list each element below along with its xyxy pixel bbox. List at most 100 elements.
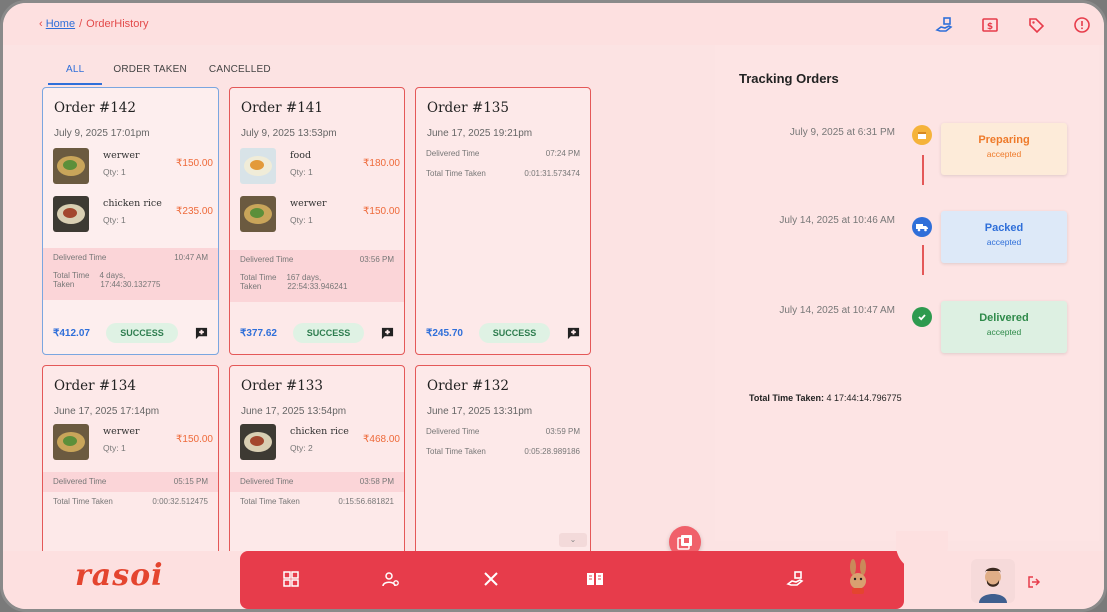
mascot-icon bbox=[846, 559, 870, 595]
tracking-title: Tracking Orders bbox=[739, 71, 839, 86]
tracking-step-status: Packed bbox=[984, 222, 1024, 234]
order-date: July 9, 2025 17:01pm bbox=[54, 128, 150, 139]
order-item: chicken rice Qty: 1 ₹235.00 bbox=[53, 196, 213, 236]
hand-delivery-icon[interactable] bbox=[934, 15, 954, 35]
order-title: Order #134 bbox=[54, 378, 136, 394]
tag-icon[interactable] bbox=[1026, 15, 1046, 35]
dollar-note-icon[interactable]: $ bbox=[980, 15, 1000, 35]
delivered-time-label: Delivered Time bbox=[53, 253, 107, 262]
item-name: werwer bbox=[290, 198, 327, 209]
breadcrumb-separator: / bbox=[79, 18, 83, 30]
tracking-step-card: Delivered accepted bbox=[941, 301, 1067, 353]
status-badge: SUCCESS bbox=[106, 323, 178, 343]
total-time-value: 0:01:31.573474 bbox=[524, 169, 580, 178]
order-card[interactable]: Order #141 July 9, 2025 13:53pm food Qty… bbox=[229, 87, 405, 355]
breadcrumb: ‹ Home / OrderHistory bbox=[39, 18, 148, 30]
total-time-value: 0:15:56.681821 bbox=[338, 497, 394, 506]
delivered-time-value: 07:24 PM bbox=[545, 149, 580, 158]
tab-all[interactable]: ALL bbox=[48, 64, 103, 85]
item-qty: Qty: 1 bbox=[103, 443, 126, 453]
item-price: ₹150.00 bbox=[363, 206, 400, 217]
svg-text:$: $ bbox=[987, 22, 993, 32]
total-time-label: Total Time bbox=[240, 273, 277, 282]
delivered-time-label: Delivered Time bbox=[240, 255, 294, 264]
tracking-step-status: Preparing bbox=[978, 134, 1030, 146]
order-date: June 17, 2025 13:54pm bbox=[241, 406, 347, 417]
box-icon bbox=[912, 125, 932, 145]
item-qty: Qty: 1 bbox=[103, 167, 126, 177]
delivered-time-row: Delivered Time 05:15 PM bbox=[43, 472, 218, 492]
order-item: werwer Qty: 1 ₹150.00 bbox=[240, 196, 400, 236]
alert-icon[interactable] bbox=[1072, 15, 1092, 35]
back-chevron-icon[interactable]: ‹ bbox=[39, 18, 46, 30]
total-time-value: 0:05:28.989186 bbox=[524, 447, 580, 456]
total-time-row: Total Time 167 days, Taken 22:54:33.946241 bbox=[230, 270, 404, 302]
order-amount: ₹412.07 bbox=[53, 327, 90, 339]
food-thumbnail bbox=[53, 148, 89, 184]
item-qty: Qty: 2 bbox=[290, 443, 313, 453]
tab-cancelled[interactable]: CANCELLED bbox=[198, 64, 282, 85]
delivered-time-value: 03:56 PM bbox=[359, 255, 394, 264]
breadcrumb-current: OrderHistory bbox=[86, 18, 149, 30]
order-card[interactable]: Order #134 June 17, 2025 17:14pm werwer … bbox=[42, 365, 219, 565]
item-qty: Qty: 1 bbox=[103, 215, 126, 225]
delivered-time-value: 03:59 PM bbox=[545, 427, 580, 436]
total-time-label: Total Time Taken bbox=[426, 447, 486, 456]
total-time-label: Total Time Taken bbox=[426, 169, 486, 178]
total-time-label: Total Time Taken bbox=[53, 497, 113, 506]
utensils-icon[interactable] bbox=[480, 568, 502, 590]
order-item: werwer Qty: 1 ₹150.00 bbox=[53, 424, 213, 464]
delivered-time-label: Delivered Time bbox=[53, 477, 107, 486]
menu-book-icon[interactable] bbox=[584, 568, 606, 590]
tab-order-taken[interactable]: ORDER TAKEN bbox=[102, 64, 198, 85]
total-time-row: Total Time Taken 0:01:31.573474 bbox=[416, 166, 590, 181]
tracking-step-date: July 14, 2025 at 10:47 AM bbox=[779, 305, 895, 316]
order-card[interactable]: Order #142 July 9, 2025 17:01pm werwer Q… bbox=[42, 87, 219, 355]
food-thumbnail bbox=[53, 424, 89, 460]
feedback-chat-icon[interactable] bbox=[380, 326, 394, 340]
order-card[interactable]: Order #133 June 17, 2025 13:54pm chicken… bbox=[229, 365, 405, 565]
item-price: ₹180.00 bbox=[363, 158, 400, 169]
tracking-panel: Tracking Orders July 9, 2025 at 6:31 PM … bbox=[715, 45, 1099, 541]
app-window: ‹ Home / OrderHistory $ ALL ORDER TAKEN CA… bbox=[0, 0, 1107, 612]
feedback-chat-icon[interactable] bbox=[566, 326, 580, 340]
breadcrumb-home-link[interactable]: Home bbox=[46, 18, 75, 30]
tracking-step-status: Delivered bbox=[979, 312, 1029, 324]
logout-icon[interactable] bbox=[1025, 573, 1043, 591]
status-badge: SUCCESS bbox=[292, 323, 365, 343]
hand-delivery-icon[interactable] bbox=[784, 568, 806, 590]
order-title: Order #133 bbox=[241, 378, 323, 394]
order-card[interactable]: Order #135 June 17, 2025 19:21pm Deliver… bbox=[415, 87, 591, 355]
order-title: Order #132 bbox=[427, 378, 509, 394]
bottom-nav bbox=[240, 531, 948, 609]
delivered-time-value: 10:47 AM bbox=[174, 253, 208, 262]
dashboard-icon[interactable] bbox=[280, 568, 302, 590]
delivered-time-row: Delivered Time 03:56 PM bbox=[230, 250, 404, 270]
user-avatar[interactable] bbox=[971, 559, 1015, 603]
delivered-time-row: Delivered Time 10:47 AM bbox=[43, 248, 218, 268]
food-thumbnail bbox=[240, 148, 276, 184]
food-thumbnail bbox=[53, 196, 89, 232]
total-time-label: Total Time bbox=[53, 271, 90, 280]
scroll-down-chevron-icon[interactable]: ⌄ bbox=[559, 533, 587, 547]
tracking-step-sub: accepted bbox=[986, 327, 1022, 337]
item-qty: Qty: 1 bbox=[290, 167, 313, 177]
item-price: ₹150.00 bbox=[176, 158, 213, 169]
feedback-chat-icon[interactable] bbox=[194, 326, 208, 340]
delivered-time-row: Delivered Time 07:24 PM bbox=[416, 146, 590, 161]
nav-notch bbox=[896, 531, 948, 571]
total-time-value: 22:54:33.946241 bbox=[287, 282, 348, 291]
delivered-time-value: 03:58 PM bbox=[359, 477, 394, 486]
order-date: June 17, 2025 19:21pm bbox=[427, 128, 533, 139]
item-price: ₹150.00 bbox=[176, 434, 213, 445]
delivered-time-row: Delivered Time 03:59 PM bbox=[416, 424, 590, 439]
total-time-value: 4 days, bbox=[99, 271, 126, 280]
total-time-value: 0:00:32.512475 bbox=[152, 497, 208, 506]
tracking-total-label: Total Time Taken: bbox=[749, 393, 825, 403]
user-settings-icon[interactable] bbox=[380, 568, 402, 590]
total-time-label: Total Time Taken bbox=[240, 497, 300, 506]
item-qty: Qty: 1 bbox=[290, 215, 313, 225]
order-date: July 9, 2025 13:53pm bbox=[241, 128, 337, 139]
order-amount: ₹245.70 bbox=[426, 327, 463, 339]
tracking-step-date: July 9, 2025 at 6:31 PM bbox=[789, 127, 895, 138]
